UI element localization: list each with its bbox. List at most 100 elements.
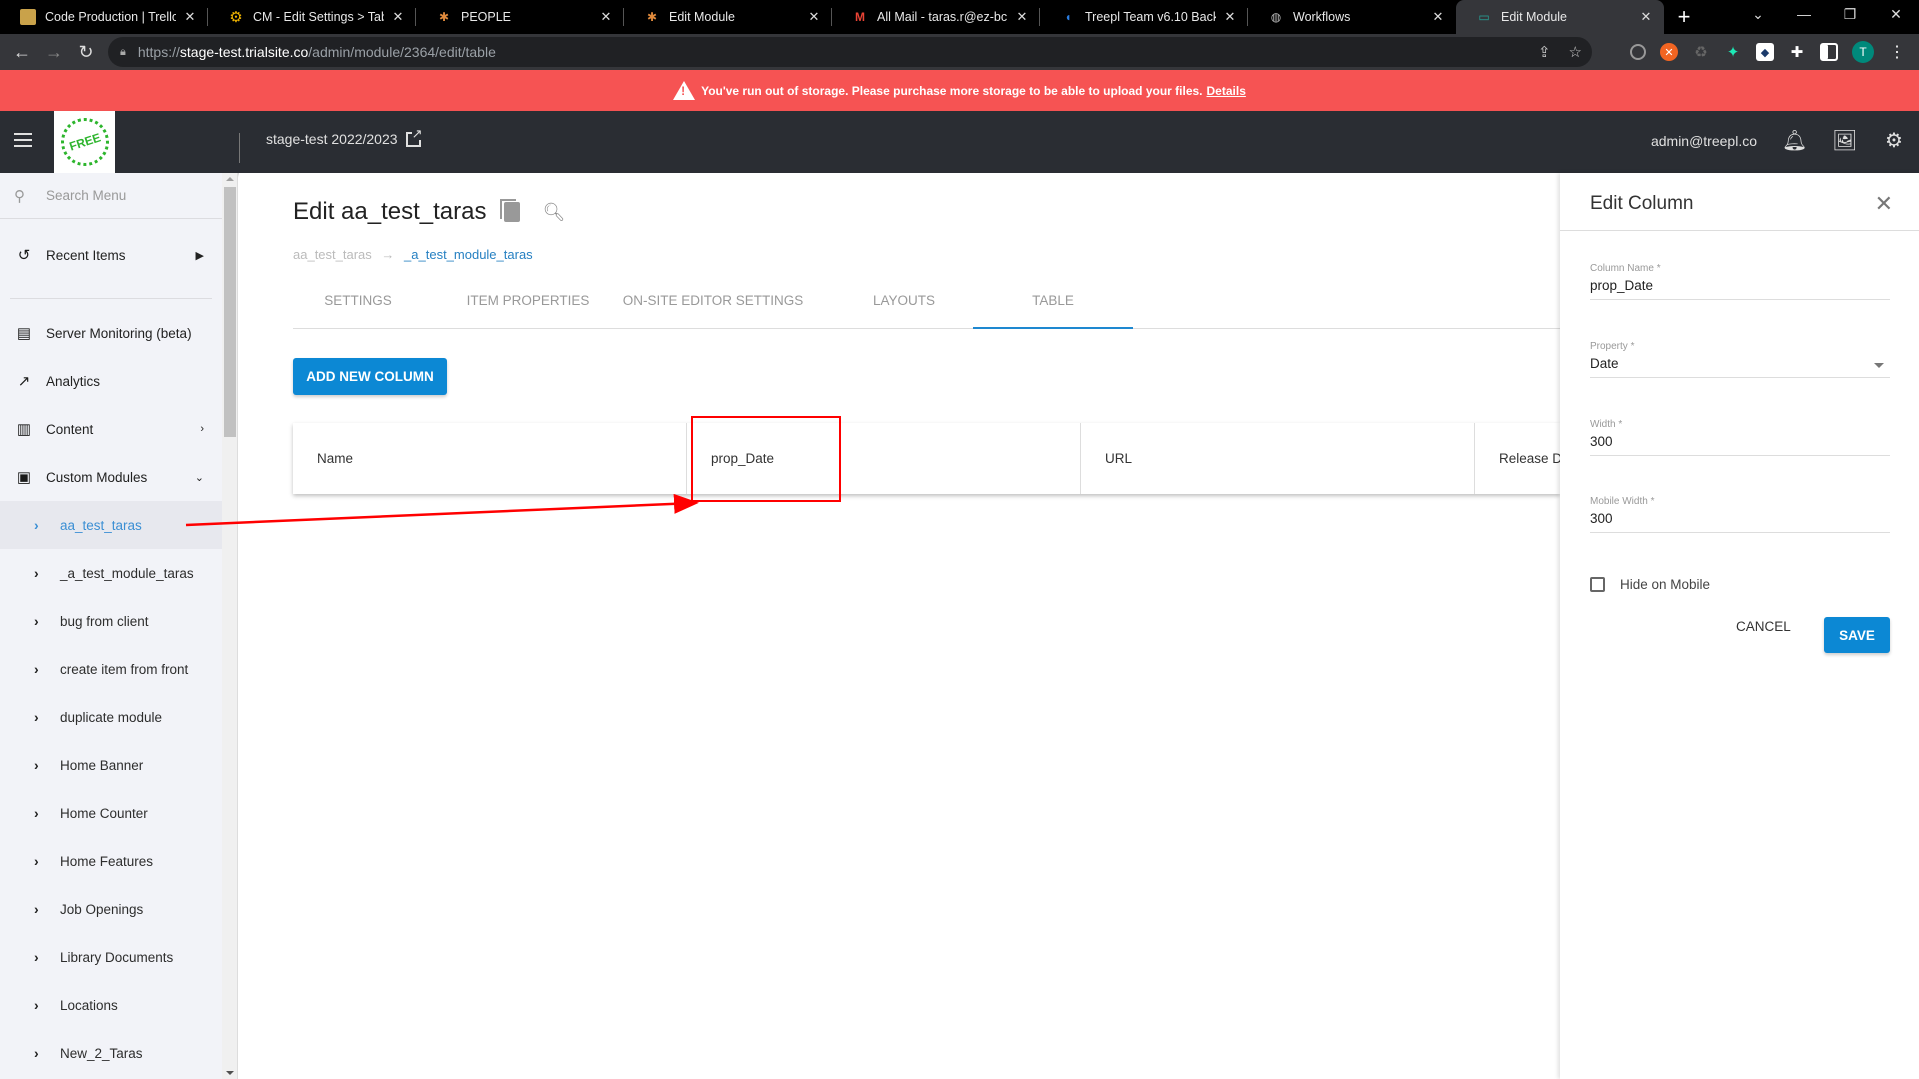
sidebar-item-label: Custom Modules	[46, 469, 148, 485]
close-tab-icon[interactable]: ✕	[806, 9, 822, 25]
browser-tab[interactable]: ◖ Treepl Team v6.10 Backlog ✕	[1040, 0, 1248, 34]
minimize-icon[interactable]: —	[1781, 0, 1827, 30]
panel-header: Edit Column ✕	[1560, 173, 1919, 231]
close-tab-icon[interactable]: ✕	[1638, 9, 1654, 25]
hide-on-mobile-checkbox[interactable]: Hide on Mobile	[1590, 577, 1710, 592]
tab-table[interactable]: TABLE	[973, 273, 1133, 329]
copy-icon[interactable]	[500, 199, 521, 222]
extension-icon[interactable]	[1630, 44, 1646, 60]
scroll-down-icon[interactable]	[226, 1071, 234, 1075]
tab-search-icon[interactable]: ⌄	[1735, 0, 1781, 30]
sidepanel-icon[interactable]	[1820, 43, 1838, 61]
chevron-right-icon: ›	[34, 661, 39, 677]
tab-layouts[interactable]: LAYOUTS	[849, 273, 959, 329]
mobile-width-input[interactable]	[1590, 511, 1890, 526]
bookmark-star-icon[interactable]: ☆	[1569, 43, 1582, 61]
table-column[interactable]: URL	[1081, 423, 1475, 494]
chevron-right-icon: ›	[34, 1045, 39, 1061]
share-icon[interactable]: ⇪	[1538, 43, 1551, 61]
sidebar-module-item[interactable]: › Locations	[0, 981, 222, 1029]
sidebar-module-item[interactable]: › Library Documents	[0, 933, 222, 981]
browser-tab[interactable]: ◍ Workflows ✕	[1248, 0, 1456, 34]
site-logo[interactable]: FREE	[54, 111, 115, 173]
site-name[interactable]: stage-test 2022/2023	[266, 126, 423, 147]
recycle-icon[interactable]: ♻	[1692, 43, 1710, 61]
close-tab-icon[interactable]: ✕	[1222, 9, 1238, 25]
gear-icon: ⚙	[229, 9, 243, 26]
sidebar-item-custom-modules[interactable]: ▣ Custom Modules ⌄	[0, 453, 222, 501]
close-tab-icon[interactable]: ✕	[1014, 9, 1030, 25]
close-window-icon[interactable]: ✕	[1873, 0, 1919, 30]
sidebar-item-recent[interactable]: ↺ Recent Items ▶	[0, 231, 222, 279]
sidebar-module-item[interactable]: › duplicate module	[0, 693, 222, 741]
close-tab-icon[interactable]: ✕	[182, 9, 198, 25]
sidebar-item-content[interactable]: ▥ Content ›	[0, 405, 222, 453]
bell-icon[interactable]: 🔔︎	[1782, 129, 1807, 153]
table-column[interactable]: Name	[293, 423, 687, 494]
save-button[interactable]: SAVE	[1824, 617, 1890, 653]
width-input[interactable]	[1590, 434, 1890, 449]
sidebar-item-server-monitoring[interactable]: ▤ Server Monitoring (beta)	[0, 309, 222, 357]
hamburger-menu-icon[interactable]	[14, 133, 32, 147]
sidebar-module-item[interactable]: › Home Counter	[0, 789, 222, 837]
breadcrumb-link[interactable]: _a_test_module_taras	[404, 247, 533, 262]
scrollbar-thumb[interactable]	[224, 187, 236, 437]
browser-tab[interactable]: Code Production | Trello ✕	[0, 0, 208, 34]
back-icon[interactable]: ←	[6, 42, 38, 63]
extension-icon[interactable]: ✦	[1724, 43, 1742, 61]
sidebar-module-item[interactable]: › bug from client	[0, 597, 222, 645]
gear-icon[interactable]: ⚙	[1882, 129, 1906, 153]
table-column[interactable]: Release D	[1475, 423, 1560, 494]
sidebar-scrollbar[interactable]	[222, 173, 237, 1079]
sidebar-module-item[interactable]: › _a_test_module_taras	[0, 549, 222, 597]
new-tab-button[interactable]: +	[1664, 0, 1704, 34]
profile-avatar[interactable]: T	[1852, 41, 1874, 63]
sidebar-module-item[interactable]: › Home Features	[0, 837, 222, 885]
url-scheme: https://	[137, 44, 180, 60]
sidebar-module-item[interactable]: › Job Openings	[0, 885, 222, 933]
extension-icon[interactable]: ✕	[1660, 43, 1678, 61]
image-icon[interactable]: 🖼︎	[1832, 129, 1857, 153]
banner-details-link[interactable]: Details	[1207, 84, 1246, 98]
browser-tab[interactable]: ⚙ CM - Edit Settings > Table ✕	[208, 0, 416, 34]
tab-settings[interactable]: SETTINGS	[293, 273, 423, 329]
checkbox-unchecked-icon[interactable]	[1590, 577, 1605, 592]
browser-tab[interactable]: ✱ PEOPLE ✕	[416, 0, 624, 34]
more-menu-icon[interactable]: ⋮	[1888, 43, 1906, 61]
history-icon: ↺	[17, 247, 31, 264]
tab-on-site-editor-settings[interactable]: ON-SITE EDITOR SETTINGS	[618, 273, 808, 329]
browser-tab[interactable]: ✱ Edit Module ✕	[624, 0, 832, 34]
browser-tab-active[interactable]: ▭ Edit Module ✕	[1456, 0, 1664, 34]
column-name-input[interactable]	[1590, 278, 1890, 293]
reload-icon[interactable]: ↻	[70, 42, 102, 63]
browser-tab-strip: Code Production | Trello ✕ ⚙ CM - Edit S…	[0, 0, 1919, 34]
puzzle-icon[interactable]: ✚	[1788, 43, 1806, 61]
scroll-up-icon[interactable]	[226, 177, 234, 181]
close-tab-icon[interactable]: ✕	[598, 9, 614, 25]
user-email[interactable]: admin@treepl.co	[1651, 133, 1757, 149]
external-link-icon[interactable]	[405, 126, 423, 147]
sidebar-module-item[interactable]: › create item from front	[0, 645, 222, 693]
property-select[interactable]: Date	[1590, 352, 1890, 378]
sidebar-item-analytics[interactable]: ↗ Analytics	[0, 357, 222, 405]
extension-icon[interactable]: ◆	[1756, 43, 1774, 61]
browser-tab[interactable]: M All Mail - taras.r@ez-bc.com ✕	[832, 0, 1040, 34]
sidebar-module-item[interactable]: › New_2_Taras	[0, 1029, 222, 1077]
dropdown-arrow-icon	[1874, 363, 1884, 368]
restore-icon[interactable]: ❐	[1827, 0, 1873, 30]
chevron-right-icon: ›	[34, 805, 39, 821]
sidebar-module-item[interactable]: › aa_test_taras	[0, 501, 222, 549]
cancel-button[interactable]: CANCEL	[1736, 619, 1791, 634]
lock-icon: 🔒︎	[120, 45, 126, 58]
add-new-column-button[interactable]: ADD NEW COLUMN	[293, 358, 447, 395]
search-menu-input[interactable]	[46, 188, 216, 203]
sidebar-module-item[interactable]: › Home Banner	[0, 741, 222, 789]
url-input[interactable]: 🔒︎ https://stage-test.trialsite.co/admin…	[108, 37, 1592, 67]
breadcrumb: aa_test_taras → _a_test_module_taras	[293, 247, 533, 262]
forward-icon[interactable]: →	[38, 42, 70, 63]
tab-item-properties[interactable]: ITEM PROPERTIES	[463, 273, 593, 329]
close-icon[interactable]: ✕	[1875, 191, 1893, 217]
seo-search-icon[interactable]: 🔍︎	[542, 202, 565, 223]
close-tab-icon[interactable]: ✕	[390, 9, 406, 25]
close-tab-icon[interactable]: ✕	[1430, 9, 1446, 25]
